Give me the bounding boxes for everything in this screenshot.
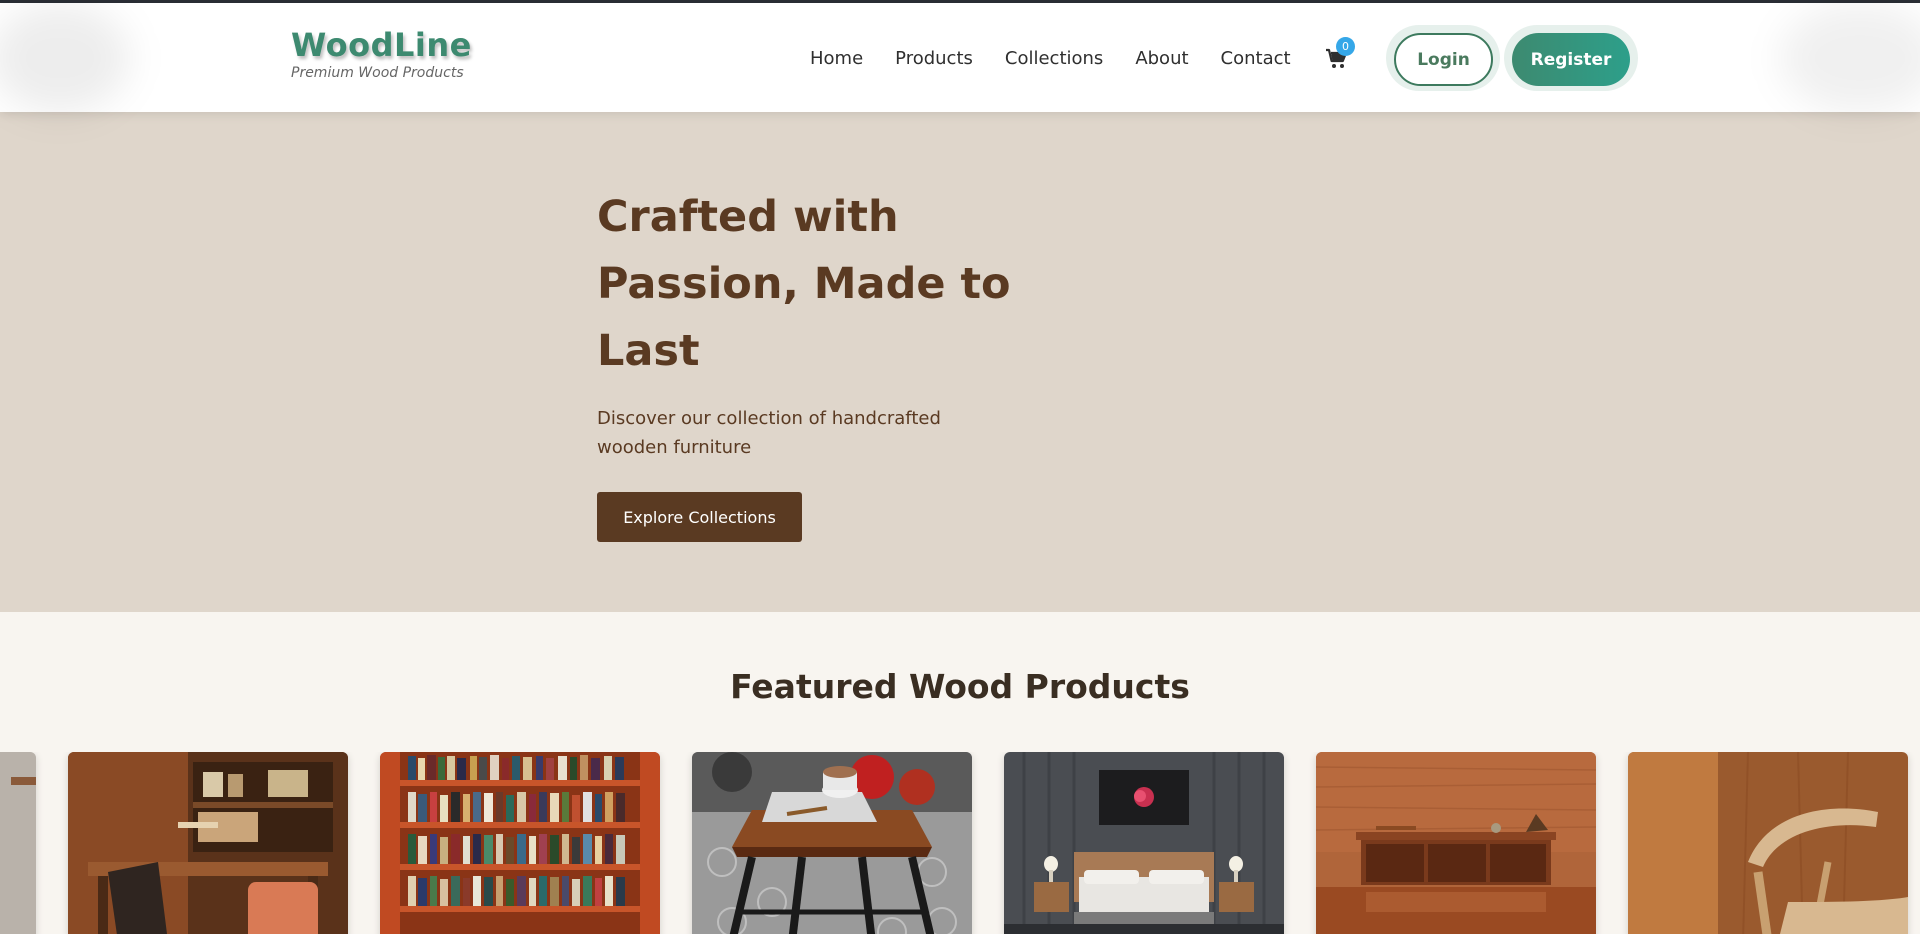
hero-section: Crafted with Passion, Made to Last Disco…: [0, 112, 1920, 612]
desk-image-icon: [68, 752, 348, 934]
header-decoration-left: [0, 3, 130, 113]
hero-subtitle: Discover our collection of handcrafted w…: [597, 408, 941, 458]
featured-products-carousel: [0, 752, 1920, 934]
login-button[interactable]: Login: [1394, 33, 1493, 86]
stool-image-icon: [692, 752, 972, 934]
product-card-bookshelf[interactable]: [380, 752, 660, 934]
main-nav: Home Products Collections About Contact: [810, 47, 1291, 71]
header-decoration-right: [1780, 3, 1920, 113]
product-card-sideboard[interactable]: [1316, 752, 1596, 934]
bed-image-icon: [1004, 752, 1284, 934]
cart-count-badge: 0: [1336, 37, 1355, 56]
product-card-chair[interactable]: [1628, 752, 1908, 934]
product-card-bed[interactable]: [1004, 752, 1284, 934]
nav-item-products[interactable]: Products: [895, 47, 973, 71]
explore-collections-button[interactable]: Explore Collections: [597, 492, 802, 542]
logo-title: WoodLine: [291, 26, 472, 64]
product-card-partial[interactable]: [0, 752, 36, 934]
sideboard-image-icon: [1316, 752, 1596, 934]
featured-title: Featured Wood Products: [730, 667, 1190, 706]
product-card-stool[interactable]: [692, 752, 972, 934]
hero-title: Crafted with Passion, Made to Last: [597, 192, 1011, 376]
nav-item-home[interactable]: Home: [810, 47, 863, 71]
nav-item-about[interactable]: About: [1135, 47, 1188, 71]
nav-item-contact[interactable]: Contact: [1221, 47, 1291, 71]
logo-tagline: Premium Wood Products: [291, 65, 464, 81]
product-card-desk[interactable]: [68, 752, 348, 934]
site-header: WoodLine Premium Wood Products Home Prod…: [0, 3, 1920, 113]
register-button[interactable]: Register: [1512, 33, 1630, 86]
chair-image-icon: [1628, 752, 1908, 934]
bookshelf-image-icon: [380, 752, 660, 934]
nav-item-collections[interactable]: Collections: [1005, 47, 1103, 71]
logo[interactable]: WoodLine Premium Wood Products: [291, 25, 472, 81]
